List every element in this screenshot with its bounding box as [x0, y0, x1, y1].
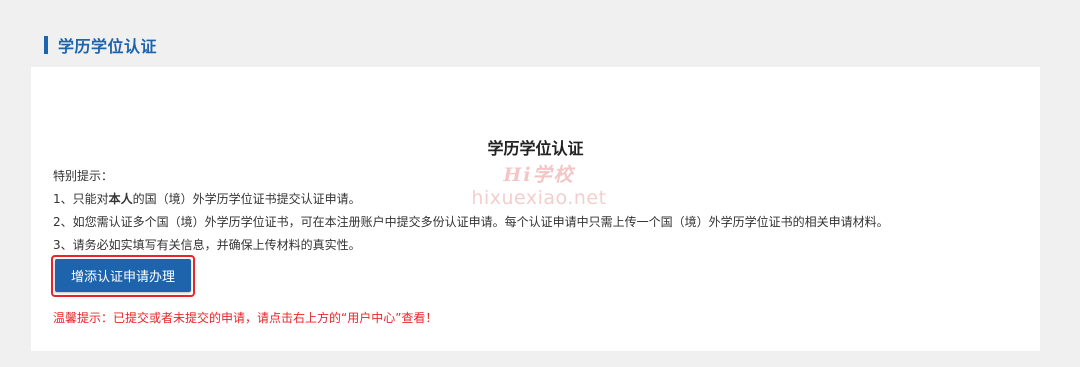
warm-tip: 温馨提示：已提交或者未提交的申请，请点击右上方的“用户中心”查看！ — [53, 311, 438, 325]
section-title: 学历学位认证 — [58, 37, 158, 56]
tip-item-2: 2、如您需认证多个国（境）外学历学位证书，可在本注册账户中提交多份认证申请。每个… — [53, 215, 889, 229]
section-accent-bar — [44, 36, 48, 54]
tip-item-1: 1、只能对本人的国（境）外学历学位证书提交认证申请。 — [53, 188, 889, 211]
card-title: 学历学位认证 — [487, 139, 584, 158]
add-application-button[interactable]: 增添认证申请办理 — [55, 259, 191, 292]
tip-item-1-suffix: 的国（境）外学历学位证书提交认证申请。 — [132, 192, 361, 206]
tip-item-1-prefix: 1、只能对 — [53, 192, 109, 206]
tip-item-1-bold: 本人 — [108, 192, 133, 206]
tips-heading: 特别提示： — [53, 169, 114, 183]
content-card: 学历学位认证 Hi学校 hixuexiao.net 特别提示： 1、只能对本人的… — [31, 67, 1040, 351]
tip-item-3: 3、请务必如实填写有关信息，并确保上传材料的真实性。 — [53, 238, 361, 252]
section-header: 学历学位认证 — [44, 34, 157, 56]
special-tips: 特别提示： 1、只能对本人的国（境）外学历学位证书提交认证申请。 2、如您需认证… — [53, 165, 889, 257]
